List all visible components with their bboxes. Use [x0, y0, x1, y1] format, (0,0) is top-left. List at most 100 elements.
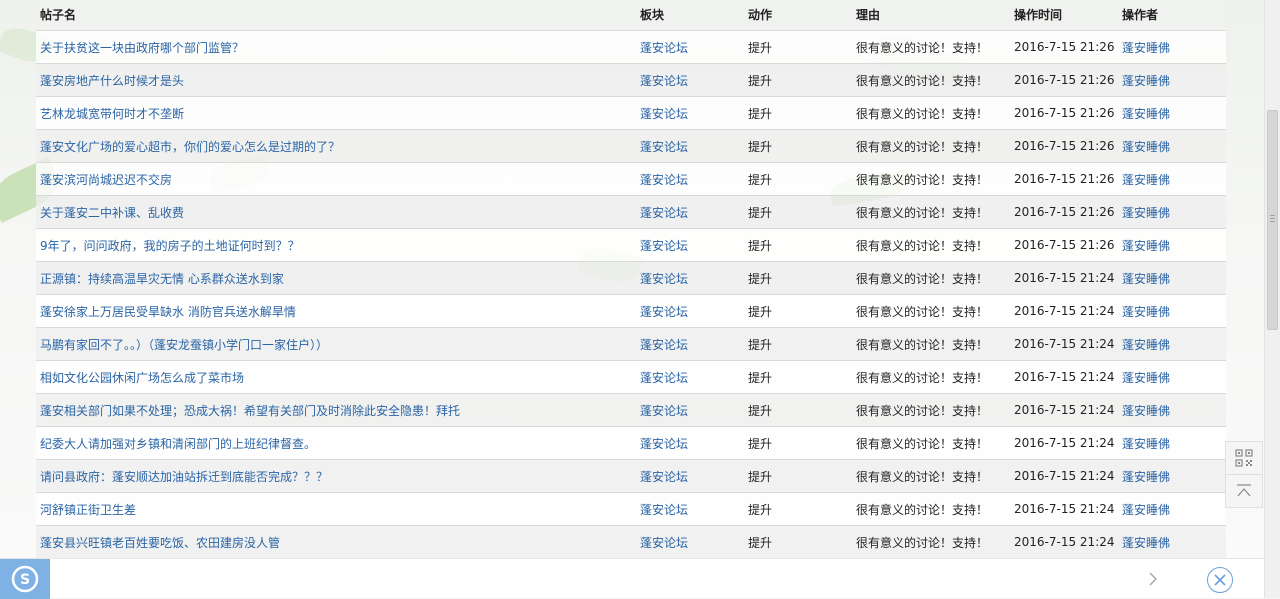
reason-cell: 很有意义的讨论！支持！ — [856, 526, 988, 558]
forum-link[interactable]: 蓬安论坛 — [640, 270, 688, 287]
post-title-link[interactable]: 马鹏有家回不了。。）（蓬安龙蚕镇小学门口一家住户）） — [40, 336, 328, 353]
reason-cell: 很有意义的讨论！支持！ — [856, 328, 988, 360]
forum-link[interactable]: 蓬安论坛 — [640, 435, 688, 452]
operator-link[interactable]: 蓬安睡佛 — [1122, 303, 1170, 320]
action-text: 提升 — [748, 172, 773, 187]
forum-link[interactable]: 蓬安论坛 — [640, 501, 688, 518]
operator-cell: 蓬安睡佛 — [1122, 229, 1170, 261]
post-title-cell: 蓬安文化广场的爱心超市，你们的爱心怎么是过期的了？ — [40, 130, 340, 162]
close-icon — [1214, 574, 1226, 586]
forum-link[interactable]: 蓬安论坛 — [640, 534, 688, 551]
post-title-link[interactable]: 相如文化公园休闲广场怎么成了菜市场 — [40, 369, 244, 386]
post-title-link[interactable]: 蓬安相关部门如果不处理；恐成大祸！希望有关部门及时消除此安全隐患！拜托 — [40, 402, 460, 419]
operator-link[interactable]: 蓬安睡佛 — [1122, 138, 1170, 155]
post-title-link[interactable]: 请问县政府：蓬安顺达加油站拆迁到底能否完成？？？ — [40, 468, 328, 485]
operator-cell: 蓬安睡佛 — [1122, 394, 1170, 426]
action-cell: 提升 — [748, 526, 772, 558]
forum-link[interactable]: 蓬安论坛 — [640, 171, 688, 188]
qr-code-button[interactable] — [1225, 441, 1263, 475]
operator-link[interactable]: 蓬安睡佛 — [1122, 468, 1170, 485]
operator-link[interactable]: 蓬安睡佛 — [1122, 204, 1170, 221]
post-title-cell: 河舒镇正街卫生差 — [40, 493, 136, 525]
table-row: 关于扶贫这一块由政府哪个部门监管？ 蓬安论坛 提升 很有意义的讨论！支持！ 2016-7… — [36, 31, 1226, 64]
post-title-link[interactable]: 纪委大人请加强对乡镇和清闲部门的上班纪律督查。 — [40, 435, 316, 452]
post-title-link[interactable]: 9年了，问问政府，我的房子的土地证何时到？？ — [40, 237, 300, 254]
operator-link[interactable]: 蓬安睡佛 — [1122, 171, 1170, 188]
close-button[interactable] — [1207, 567, 1233, 593]
post-title-link[interactable]: 蓬安房地产什么时候才是头 — [40, 72, 184, 89]
post-title-link[interactable]: 蓬安徐家上万居民受旱缺水 消防官兵送水解旱情 — [40, 303, 296, 320]
forum-link[interactable]: 蓬安论坛 — [640, 402, 688, 419]
time-cell: 2016-7-15 21:26 — [1014, 97, 1115, 129]
post-title-link[interactable]: 河舒镇正街卫生差 — [40, 501, 136, 518]
action-cell: 提升 — [748, 427, 772, 459]
forum-link[interactable]: 蓬安论坛 — [640, 138, 688, 155]
post-title-link[interactable]: 艺林龙城宽带何时才不垄断 — [40, 105, 184, 122]
back-to-top-icon — [1237, 484, 1251, 497]
back-to-top-button[interactable] — [1225, 474, 1263, 508]
action-text: 提升 — [748, 271, 773, 286]
forum-link[interactable]: 蓬安论坛 — [640, 336, 688, 353]
operator-cell: 蓬安睡佛 — [1122, 295, 1170, 327]
forum-cell: 蓬安论坛 — [640, 130, 688, 162]
operator-link[interactable]: 蓬安睡佛 — [1122, 39, 1170, 56]
reason-cell: 很有意义的讨论！支持！ — [856, 97, 988, 129]
operator-link[interactable]: 蓬安睡佛 — [1122, 435, 1170, 452]
forum-link[interactable]: 蓬安论坛 — [640, 303, 688, 320]
operator-link[interactable]: 蓬安睡佛 — [1122, 270, 1170, 287]
operator-link[interactable]: 蓬安睡佛 — [1122, 336, 1170, 353]
post-title-cell: 纪委大人请加强对乡镇和清闲部门的上班纪律督查。 — [40, 427, 316, 459]
scrollbar-thumb[interactable] — [1267, 110, 1278, 330]
forum-link[interactable]: 蓬安论坛 — [640, 468, 688, 485]
reason-text: 很有意义的讨论！支持！ — [856, 502, 989, 517]
operator-link[interactable]: 蓬安睡佛 — [1122, 105, 1170, 122]
time-cell: 2016-7-15 21:26 — [1014, 31, 1115, 63]
action-cell: 提升 — [748, 31, 772, 63]
action-text: 提升 — [748, 304, 773, 319]
forum-link[interactable]: 蓬安论坛 — [640, 72, 688, 89]
operator-link[interactable]: 蓬安睡佛 — [1122, 501, 1170, 518]
post-title-link[interactable]: 关于扶贫这一块由政府哪个部门监管？ — [40, 39, 244, 56]
table-row: 河舒镇正街卫生差 蓬安论坛 提升 很有意义的讨论！支持！ 2016-7-15 21:24… — [36, 493, 1226, 526]
reason-cell: 很有意义的讨论！支持！ — [856, 295, 988, 327]
operator-link[interactable]: 蓬安睡佛 — [1122, 237, 1170, 254]
sogou-logo-button[interactable]: S — [0, 559, 50, 599]
action-cell: 提升 — [748, 262, 772, 294]
forum-link[interactable]: 蓬安论坛 — [640, 39, 688, 56]
operator-link[interactable]: 蓬安睡佛 — [1122, 402, 1170, 419]
post-title-link[interactable]: 蓬安滨河尚城迟迟不交房 — [40, 171, 172, 188]
operator-cell: 蓬安睡佛 — [1122, 196, 1170, 228]
forum-cell: 蓬安论坛 — [640, 31, 688, 63]
reason-text: 很有意义的讨论！支持！ — [856, 73, 989, 88]
operator-cell: 蓬安睡佛 — [1122, 97, 1170, 129]
time-text: 2016-7-15 21:24 — [1014, 502, 1115, 516]
next-button[interactable] — [1145, 567, 1161, 591]
action-text: 提升 — [748, 535, 773, 550]
post-title-cell: 马鹏有家回不了。。）（蓬安龙蚕镇小学门口一家住户）） — [40, 328, 328, 360]
post-title-link[interactable]: 关于蓬安二中补课、乱收费 — [40, 204, 184, 221]
table-row: 正源镇：持续高温旱灾无情 心系群众送水到家 蓬安论坛 提升 很有意义的讨论！支持！ 20… — [36, 262, 1226, 295]
table-row: 蓬安房地产什么时候才是头 蓬安论坛 提升 很有意义的讨论！支持！ 2016-7-15 2… — [36, 64, 1226, 97]
forum-cell: 蓬安论坛 — [640, 295, 688, 327]
reason-text: 很有意义的讨论！支持！ — [856, 535, 989, 550]
forum-link[interactable]: 蓬安论坛 — [640, 204, 688, 221]
operator-link[interactable]: 蓬安睡佛 — [1122, 72, 1170, 89]
operator-link[interactable]: 蓬安睡佛 — [1122, 534, 1170, 551]
forum-link[interactable]: 蓬安论坛 — [640, 237, 688, 254]
post-title-link[interactable]: 蓬安文化广场的爱心超市，你们的爱心怎么是过期的了？ — [40, 138, 340, 155]
sogou-logo-icon: S — [11, 565, 39, 593]
forum-link[interactable]: 蓬安论坛 — [640, 369, 688, 386]
time-text: 2016-7-15 21:26 — [1014, 139, 1115, 153]
forum-link[interactable]: 蓬安论坛 — [640, 105, 688, 122]
forum-cell: 蓬安论坛 — [640, 328, 688, 360]
post-title-link[interactable]: 蓬安县兴旺镇老百姓要吃饭、农田建房没人管 — [40, 534, 280, 551]
forum-cell: 蓬安论坛 — [640, 460, 688, 492]
vertical-scrollbar[interactable] — [1264, 0, 1280, 598]
post-title-link[interactable]: 正源镇：持续高温旱灾无情 心系群众送水到家 — [40, 270, 284, 287]
action-cell: 提升 — [748, 460, 772, 492]
reason-cell: 很有意义的讨论！支持！ — [856, 64, 988, 96]
table-row: 马鹏有家回不了。。）（蓬安龙蚕镇小学门口一家住户）） 蓬安论坛 提升 很有意义的讨论！… — [36, 328, 1226, 361]
action-text: 提升 — [748, 502, 773, 517]
action-cell: 提升 — [748, 229, 772, 261]
operator-link[interactable]: 蓬安睡佛 — [1122, 369, 1170, 386]
